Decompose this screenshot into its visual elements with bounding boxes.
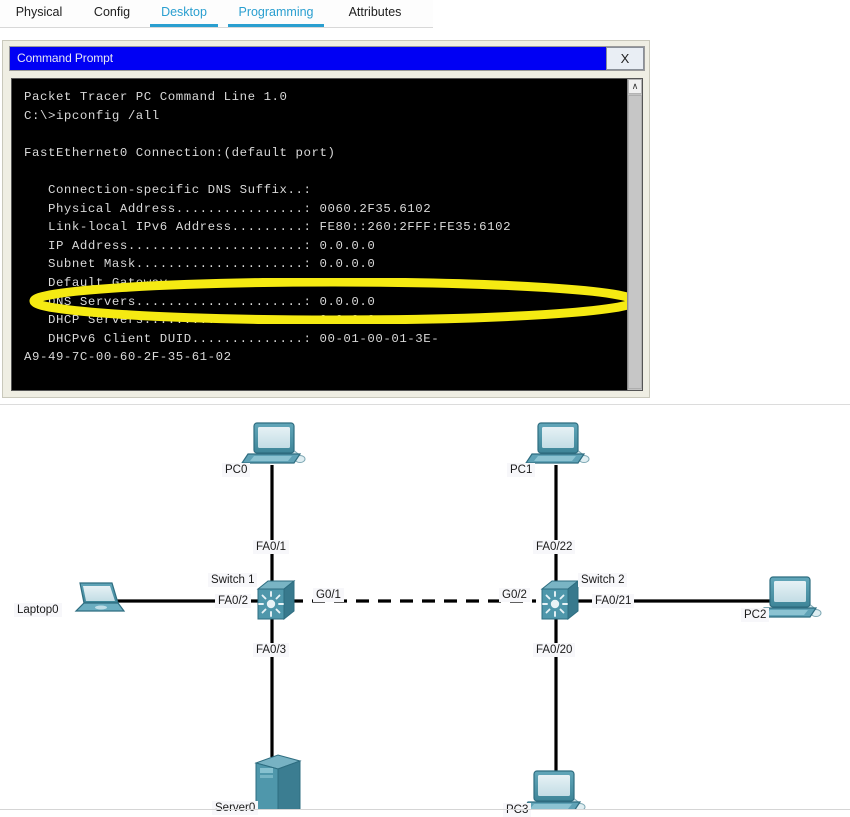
port-label-g0-2[interactable]: G0/2 — [499, 588, 530, 602]
icon-laptop-laptop0[interactable] — [76, 583, 124, 611]
command-prompt-titlebar[interactable]: Command Prompt X — [9, 46, 645, 71]
tab-programming[interactable]: Programming — [226, 0, 326, 27]
node-label-pc2[interactable]: PC2 — [741, 608, 769, 622]
node-label-switch1[interactable]: Switch 1 — [208, 573, 257, 587]
bottom-divider — [0, 809, 850, 810]
terminal-text: Packet Tracer PC Command Line 1.0 C:\>ip… — [24, 88, 624, 367]
tab-programming-label: Programming — [238, 5, 313, 19]
tab-bar-filler — [433, 0, 850, 27]
tab-config-label: Config — [94, 5, 130, 19]
node-label-laptop0[interactable]: Laptop0 — [14, 603, 62, 617]
node-label-pc1[interactable]: PC1 — [507, 463, 535, 477]
device-tab-bar: Physical Config Desktop Programming Attr… — [0, 0, 433, 28]
icon-server-server0[interactable] — [256, 755, 300, 810]
port-label-fa0-1[interactable]: FA0/1 — [253, 540, 289, 554]
node-label-pc3[interactable]: PC3 — [503, 803, 531, 817]
tab-physical-label: Physical — [16, 5, 63, 19]
tab-programming-underline — [228, 24, 324, 28]
port-label-fa0-2[interactable]: FA0/2 — [215, 594, 251, 608]
tab-desktop-label: Desktop — [161, 5, 207, 19]
port-label-fa0-22[interactable]: FA0/22 — [533, 540, 575, 554]
icon-switch-switch1[interactable] — [258, 581, 294, 619]
port-label-fa0-21[interactable]: FA0/21 — [592, 594, 634, 608]
tab-desktop-underline — [150, 24, 218, 28]
tab-attributes-label: Attributes — [349, 5, 402, 19]
icon-desktop-pc-pc0[interactable] — [242, 423, 305, 463]
port-label-g0-1[interactable]: G0/1 — [313, 588, 344, 602]
scrollbar-thumb[interactable] — [628, 95, 642, 389]
tab-config[interactable]: Config — [80, 0, 144, 27]
topology-graphics — [0, 405, 850, 810]
command-prompt-window: Command Prompt X Packet Tracer PC Comman… — [2, 40, 650, 398]
close-icon[interactable]: X — [606, 47, 644, 70]
terminal-scrollbar[interactable]: ∧ — [627, 79, 642, 390]
chevron-up-icon[interactable]: ∧ — [628, 79, 642, 94]
port-label-fa0-3[interactable]: FA0/3 — [253, 643, 289, 657]
tab-physical[interactable]: Physical — [5, 0, 73, 27]
command-prompt-title: Command Prompt — [17, 51, 113, 65]
node-label-pc0[interactable]: PC0 — [222, 463, 250, 477]
icon-switch-switch2[interactable] — [542, 581, 578, 619]
tab-desktop[interactable]: Desktop — [148, 0, 220, 27]
terminal-output-area[interactable]: Packet Tracer PC Command Line 1.0 C:\>ip… — [11, 78, 643, 391]
icon-desktop-pc-pc1[interactable] — [526, 423, 589, 463]
port-label-fa0-20[interactable]: FA0/20 — [533, 643, 575, 657]
tab-attributes[interactable]: Attributes — [333, 0, 417, 27]
network-topology-canvas: PC0 PC1 Laptop0 PC2 PC3 Server0 Switch 1… — [0, 404, 850, 810]
topology-links — [115, 465, 772, 777]
node-label-server0[interactable]: Server0 — [212, 801, 258, 815]
node-label-switch2[interactable]: Switch 2 — [578, 573, 627, 587]
icon-desktop-pc-pc3[interactable] — [522, 771, 585, 810]
